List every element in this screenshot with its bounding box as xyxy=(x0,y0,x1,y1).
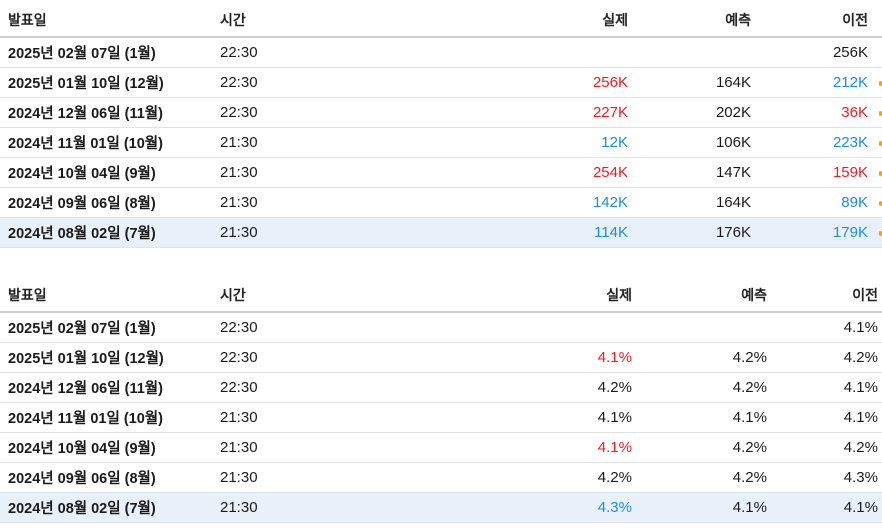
actual-cell: 4.1% xyxy=(597,349,632,366)
table-row[interactable]: 2024년 09월 06일 (8월) 21:30 4.2% 4.2% 4.3% xyxy=(0,463,882,493)
previous-cell: 4.3% xyxy=(843,469,878,486)
time-cell: 22:30 xyxy=(220,104,258,121)
table-row[interactable]: 2024년 08월 02일 (7월) 21:30 114K 176K 179K xyxy=(0,218,882,248)
release-date-cell: 2024년 09월 06일 (8월) xyxy=(8,196,156,212)
time-cell: 21:30 xyxy=(220,499,258,516)
time-cell: 22:30 xyxy=(220,379,258,396)
time-cell: 22:30 xyxy=(220,74,258,91)
table-header: 발표일 시간 실제 예측 이전 xyxy=(0,279,882,313)
release-date-cell: 2024년 09월 06일 (8월) xyxy=(8,471,156,487)
forecast-cell: 164K xyxy=(715,194,751,211)
forecast-cell: 4.1% xyxy=(732,499,767,516)
time-cell: 21:30 xyxy=(220,224,258,241)
table-row[interactable]: 2024년 11월 01일 (10월) 21:30 12K 106K 223K xyxy=(0,128,882,158)
table-header: 발표일 시간 실제 예측 이전 xyxy=(0,4,882,38)
previous-cell: 4.2% xyxy=(843,439,878,456)
forecast-cell: 164K xyxy=(715,74,751,91)
release-date-cell: 2024년 10월 04일 (9월) xyxy=(8,166,156,182)
header-time[interactable]: 시간 xyxy=(220,279,246,311)
time-cell: 22:30 xyxy=(220,349,258,366)
previous-cell: 4.1% xyxy=(843,409,878,426)
forecast-cell: 4.2% xyxy=(732,469,767,486)
header-release-date[interactable]: 발표일 xyxy=(8,279,47,311)
forecast-cell: 4.2% xyxy=(732,349,767,366)
release-date-cell: 2024년 12월 06일 (11월) xyxy=(8,106,163,122)
actual-cell: 114K xyxy=(594,224,628,241)
table-row[interactable]: 2024년 10월 04일 (9월) 21:30 4.1% 4.2% 4.2% xyxy=(0,433,882,463)
previous-cell: 212K xyxy=(832,74,868,91)
release-date-cell: 2024년 08월 02일 (7월) xyxy=(8,226,156,242)
table-row[interactable]: 2025년 01월 10일 (12월) 22:30 256K 164K 212K xyxy=(0,68,882,98)
table-row[interactable]: 2024년 12월 06일 (11월) 22:30 227K 202K 36K xyxy=(0,98,882,128)
nonfarm-payrolls-history-table: 발표일 시간 실제 예측 이전 2025년 02월 07일 (1월) 22:30… xyxy=(0,4,882,248)
release-date-cell: 2024년 08월 02일 (7월) xyxy=(8,501,156,517)
previous-cell: 4.1% xyxy=(843,499,878,516)
previous-cell: 36K xyxy=(841,104,868,121)
time-cell: 21:30 xyxy=(220,134,258,151)
table-row[interactable]: 2025년 01월 10일 (12월) 22:30 4.1% 4.2% 4.2% xyxy=(0,343,882,373)
actual-cell: 12K xyxy=(601,134,628,151)
release-date-cell: 2025년 01월 10일 (12월) xyxy=(8,351,164,367)
release-date-cell: 2024년 11월 01일 (10월) xyxy=(8,136,163,152)
header-time[interactable]: 시간 xyxy=(220,4,246,36)
table-row[interactable]: 2024년 11월 01일 (10월) 21:30 4.1% 4.1% 4.1% xyxy=(0,403,882,433)
previous-cell: 223K xyxy=(832,134,868,151)
table-row[interactable]: 2025년 02월 07일 (1월) 22:30 256K xyxy=(0,38,882,68)
header-release-date[interactable]: 발표일 xyxy=(8,4,47,36)
table-row[interactable]: 2024년 12월 06일 (11월) 22:30 4.2% 4.2% 4.1% xyxy=(0,373,882,403)
actual-cell: 4.2% xyxy=(597,379,632,396)
release-date-cell: 2024년 12월 06일 (11월) xyxy=(8,381,163,397)
previous-cell: 4.2% xyxy=(843,349,878,366)
time-cell: 21:30 xyxy=(220,194,258,211)
table-row[interactable]: 2024년 08월 02일 (7월) 21:30 4.3% 4.1% 4.1% xyxy=(0,493,882,523)
time-cell: 21:30 xyxy=(220,439,258,456)
release-date-cell: 2025년 02월 07일 (1월) xyxy=(8,46,156,62)
time-cell: 21:30 xyxy=(220,164,258,181)
actual-cell: 4.3% xyxy=(597,499,632,516)
forecast-cell: 4.2% xyxy=(732,439,767,456)
actual-cell: 4.2% xyxy=(597,469,632,486)
previous-cell: 89K xyxy=(841,194,868,211)
table-row[interactable]: 2024년 10월 04일 (9월) 21:30 254K 147K 159K xyxy=(0,158,882,188)
time-cell: 21:30 xyxy=(220,409,258,426)
release-date-cell: 2025년 01월 10일 (12월) xyxy=(8,76,164,92)
header-forecast[interactable]: 예측 xyxy=(741,279,767,311)
release-date-cell: 2024년 11월 01일 (10월) xyxy=(8,411,163,427)
release-date-cell: 2025년 02월 07일 (1월) xyxy=(8,321,156,337)
unemployment-rate-history-table: 발표일 시간 실제 예측 이전 2025년 02월 07일 (1월) 22:30… xyxy=(0,279,882,523)
time-cell: 22:30 xyxy=(220,319,258,336)
actual-cell: 256K xyxy=(592,74,628,91)
time-cell: 22:30 xyxy=(220,44,258,61)
previous-cell: 179K xyxy=(832,224,868,241)
release-date-cell: 2024년 10월 04일 (9월) xyxy=(8,441,156,457)
actual-cell: 227K xyxy=(592,104,628,121)
header-actual[interactable]: 실제 xyxy=(602,4,628,36)
forecast-cell: 147K xyxy=(715,164,751,181)
header-forecast[interactable]: 예측 xyxy=(725,4,751,36)
previous-cell: 256K xyxy=(832,44,868,61)
header-previous[interactable]: 이전 xyxy=(852,279,878,311)
actual-cell: 254K xyxy=(592,164,628,181)
header-actual[interactable]: 실제 xyxy=(606,279,632,311)
actual-cell: 142K xyxy=(592,194,628,211)
header-previous[interactable]: 이전 xyxy=(842,4,868,36)
actual-cell: 4.1% xyxy=(597,439,632,456)
forecast-cell: 4.1% xyxy=(732,409,767,426)
forecast-cell: 202K xyxy=(715,104,751,121)
time-cell: 21:30 xyxy=(220,469,258,486)
previous-cell: 159K xyxy=(832,164,868,181)
forecast-cell: 176K xyxy=(715,224,751,241)
table-row[interactable]: 2024년 09월 06일 (8월) 21:30 142K 164K 89K xyxy=(0,188,882,218)
table-row[interactable]: 2025년 02월 07일 (1월) 22:30 4.1% xyxy=(0,313,882,343)
actual-cell: 4.1% xyxy=(597,409,632,426)
forecast-cell: 106K xyxy=(715,134,751,151)
previous-cell: 4.1% xyxy=(843,379,878,396)
previous-cell: 4.1% xyxy=(843,319,878,336)
forecast-cell: 4.2% xyxy=(732,379,767,396)
